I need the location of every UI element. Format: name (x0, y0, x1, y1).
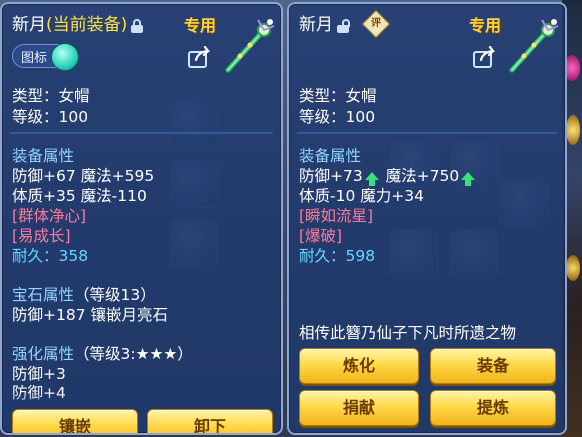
up-arrow-icon (461, 171, 476, 186)
special-tag: 专用 (469, 16, 502, 35)
share-icon[interactable] (188, 46, 212, 68)
refine-button[interactable]: 炼化 (299, 348, 419, 384)
weapon-wand-icon (509, 19, 559, 73)
special-effect: [群体净心] (12, 207, 87, 225)
unequip-button[interactable]: 卸下 (147, 409, 273, 433)
enhance-attr-header: 强化属性 (12, 345, 75, 363)
divider (10, 132, 273, 134)
bg-gold-orb (566, 115, 580, 145)
item-description: 相传此簪乃仙子下凡时所遗之物 (299, 324, 517, 342)
item-title: 新月(当前装备) (12, 14, 127, 36)
special-tag: 专用 (184, 16, 217, 35)
bg-gold-orb (566, 255, 580, 281)
attr-line: 体质-10 魔力+34 (299, 187, 424, 205)
weapon-wand-icon (225, 19, 275, 73)
special-effect: [瞬如流星] (299, 207, 374, 225)
gem-line: 防御+187 镶嵌月亮石 (12, 306, 168, 324)
type-line: 类型：女帽 (299, 87, 377, 105)
up-arrow-icon (364, 171, 379, 186)
level-line: 等级：100 (12, 108, 89, 126)
attr-line: 防御+73 魔法+750 (299, 166, 476, 186)
equip-attr-header: 装备属性 (12, 147, 75, 165)
enhance-attr-row: 强化属性（等级3:★★★） (12, 344, 193, 364)
inlay-button[interactable]: 镶嵌 (12, 409, 138, 433)
current-equipment-panel: 新月(当前装备) 专用 图标 类型：女帽 等级：100 装备属性 防御+67 魔… (0, 2, 283, 435)
durability: 耐久：598 (299, 246, 375, 266)
attr-value: 防御+73 (299, 167, 363, 185)
enhance-line: 防御+3 (12, 365, 66, 383)
type-line: 类型：女帽 (12, 87, 90, 105)
item-title: 新月 (299, 14, 333, 36)
toggle-knob (51, 43, 79, 71)
toggle-label: 图标 (21, 51, 48, 66)
gem-attr-row: 宝石属性（等级13） (12, 285, 156, 305)
item-name: 新月 (299, 15, 333, 35)
attr-value: 魔法+750 (385, 167, 460, 185)
unlock-icon[interactable] (337, 19, 350, 33)
enhance-level: （等级3:★★★） (74, 345, 193, 363)
equip-attr-header: 装备属性 (299, 147, 362, 165)
compare-equipment-panel: 新月 评 专用 类型：女帽 等级：100 装备属性 防御+73 魔法+750 体… (287, 2, 567, 435)
level-line: 等级：100 (299, 108, 376, 126)
durability-label: 耐久： (12, 247, 59, 265)
durability-value: 598 (345, 247, 376, 265)
icon-toggle[interactable]: 图标 (12, 43, 79, 71)
item-name: 新月 (12, 15, 46, 35)
equip-button[interactable]: 装备 (430, 348, 556, 384)
attr-line: 体质+35 魔法-110 (12, 187, 147, 205)
extract-button[interactable]: 提炼 (430, 390, 556, 426)
lock-icon[interactable] (131, 19, 143, 33)
special-effect: [爆破] (299, 227, 343, 245)
durability-value: 358 (58, 247, 89, 265)
appraise-badge-icon[interactable]: 评 (361, 9, 391, 39)
gem-level: （等级13） (74, 286, 156, 304)
donate-button[interactable]: 捐献 (299, 390, 419, 426)
attr-line: 防御+67 魔法+595 (12, 167, 155, 185)
durability: 耐久：358 (12, 246, 88, 266)
share-icon[interactable] (473, 46, 497, 68)
divider (297, 132, 557, 134)
special-effect: [易成长] (12, 227, 71, 245)
equip-status: (当前装备) (46, 15, 128, 35)
durability-label: 耐久： (299, 247, 346, 265)
gem-attr-header: 宝石属性 (12, 286, 75, 304)
